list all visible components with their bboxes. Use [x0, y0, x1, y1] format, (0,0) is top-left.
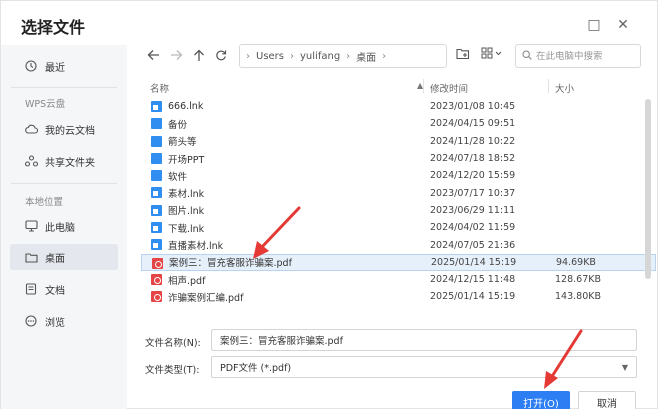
annotation-arrows — [253, 206, 583, 389]
file-open-dialog: 选择文件 □ ✕ 最近 WPS云盘 我的云文档 共享文件夹 本地位置 此电脑 桌… — [0, 0, 658, 409]
